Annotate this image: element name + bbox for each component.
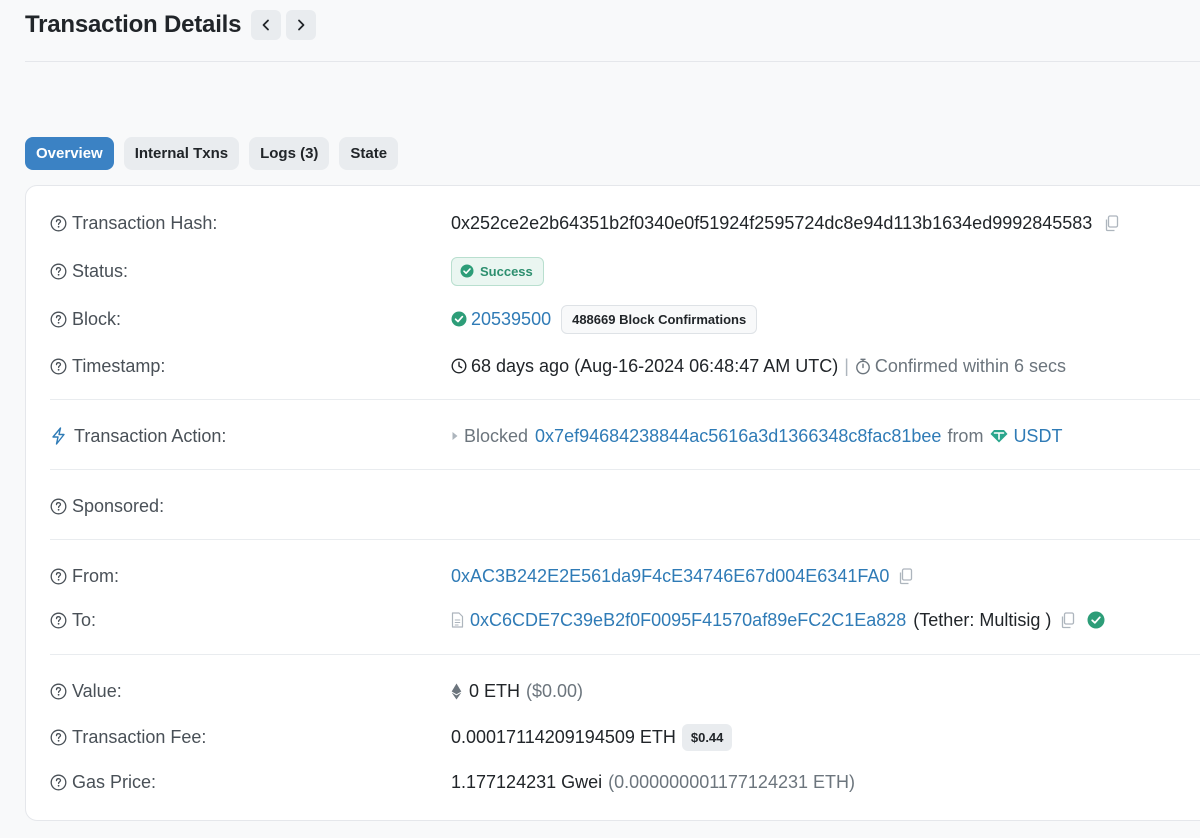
transaction-fee-row: Transaction Fee: 0.00017114209194509 ETH… bbox=[50, 723, 1200, 751]
section-divider bbox=[50, 399, 1200, 400]
section-divider bbox=[50, 654, 1200, 655]
usdt-token-link[interactable]: USDT bbox=[1013, 426, 1062, 447]
contract-file-icon bbox=[451, 612, 464, 628]
from-row: From: 0xAC3B242E2E561da9F4cE34746E67d004… bbox=[50, 563, 1200, 589]
copy-icon[interactable] bbox=[898, 567, 913, 585]
lightning-icon bbox=[52, 427, 65, 445]
value-usd: ($0.00) bbox=[526, 680, 584, 701]
transaction-hash-value: 0x252ce2e2b64351b2f0340e0f51924f2595724d… bbox=[451, 212, 1093, 233]
value-row: Value: 0 ETH ($0.00) bbox=[50, 678, 1200, 704]
verified-check-icon bbox=[1087, 611, 1105, 629]
sponsored-row: Sponsored: bbox=[50, 493, 1200, 519]
transaction-details-card: Transaction Hash: 0x252ce2e2b64351b2f034… bbox=[25, 185, 1200, 821]
transaction-action-row: Transaction Action: Blocked 0x7ef9468423… bbox=[50, 423, 1200, 449]
transaction-hash-label: Transaction Hash: bbox=[72, 212, 218, 233]
tab-overview[interactable]: Overview bbox=[25, 137, 114, 170]
ethereum-icon bbox=[451, 683, 462, 699]
question-circle-icon[interactable] bbox=[50, 612, 67, 629]
tether-token-icon bbox=[990, 430, 1008, 443]
tab-state[interactable]: State bbox=[339, 137, 399, 170]
section-divider bbox=[50, 469, 1200, 470]
transaction-hash-row: Transaction Hash: 0x252ce2e2b64351b2f034… bbox=[50, 210, 1200, 236]
timestamp-label: Timestamp: bbox=[72, 355, 166, 376]
transaction-action-label: Transaction Action: bbox=[74, 425, 227, 446]
clock-icon bbox=[451, 358, 467, 374]
block-row: Block: 20539500 488669 Block Confirmatio… bbox=[50, 304, 1200, 334]
tab-bar: Overview Internal Txns Logs (3) State bbox=[25, 137, 408, 170]
page-title: Transaction Details bbox=[25, 11, 242, 38]
tab-logs[interactable]: Logs (3) bbox=[249, 137, 330, 170]
action-from-word: from bbox=[947, 425, 984, 446]
copy-icon[interactable] bbox=[1060, 611, 1075, 629]
transaction-fee-amount: 0.00017114209194509 ETH bbox=[451, 726, 676, 747]
action-verb: Blocked bbox=[464, 425, 529, 446]
chevron-right-icon bbox=[298, 19, 305, 31]
block-number-link[interactable]: 20539500 bbox=[471, 309, 551, 330]
gas-price-amount: 1.177124231 Gwei bbox=[451, 771, 603, 792]
block-confirmations-badge: 488669 Block Confirmations bbox=[561, 304, 758, 334]
gas-price-eth: (0.000000001177124231 ETH) bbox=[608, 771, 855, 792]
header-divider bbox=[25, 61, 1200, 62]
status-badge: Success bbox=[451, 256, 544, 286]
timestamp-row: Timestamp: 68 days ago (Aug-16-2024 06:4… bbox=[50, 353, 1200, 379]
chevron-left-icon bbox=[262, 19, 270, 31]
transaction-fee-usd-badge: $0.44 bbox=[681, 723, 733, 751]
action-address-link[interactable]: 0x7ef94684238844ac5616a3d1366348c8fac81b… bbox=[535, 426, 941, 447]
question-circle-icon[interactable] bbox=[50, 774, 67, 791]
status-label: Status: bbox=[72, 260, 129, 281]
next-transaction-button[interactable] bbox=[286, 10, 317, 40]
question-circle-icon[interactable] bbox=[50, 358, 67, 375]
check-circle-icon bbox=[460, 264, 474, 278]
status-text: Success bbox=[480, 263, 533, 279]
status-row: Status: Success bbox=[50, 256, 1200, 286]
value-label: Value: bbox=[72, 680, 122, 701]
gas-price-label: Gas Price: bbox=[72, 771, 157, 792]
question-circle-icon[interactable] bbox=[50, 729, 67, 746]
timestamp-separator: | bbox=[844, 355, 849, 376]
section-divider bbox=[50, 539, 1200, 540]
check-circle-icon bbox=[451, 311, 467, 327]
page-header: Transaction Details bbox=[25, 10, 317, 40]
transaction-fee-label: Transaction Fee: bbox=[72, 726, 207, 747]
sponsored-label: Sponsored: bbox=[72, 495, 165, 516]
to-label: To: bbox=[72, 609, 97, 630]
question-circle-icon[interactable] bbox=[50, 498, 67, 515]
question-circle-icon[interactable] bbox=[50, 568, 67, 585]
caret-right-icon bbox=[452, 432, 458, 440]
block-label: Block: bbox=[72, 308, 122, 329]
question-circle-icon[interactable] bbox=[50, 215, 67, 232]
gas-price-row: Gas Price: 1.177124231 Gwei (0.000000001… bbox=[50, 769, 1200, 795]
from-label: From: bbox=[72, 565, 119, 586]
tab-internal-txns[interactable]: Internal Txns bbox=[123, 137, 240, 170]
from-address-link[interactable]: 0xAC3B242E2E561da9F4cE34746E67d004E6341F… bbox=[451, 566, 889, 587]
value-amount: 0 ETH bbox=[469, 680, 521, 701]
to-contract-name: (Tether: Multisig ) bbox=[913, 609, 1052, 630]
confirmed-within: Confirmed within 6 secs bbox=[874, 355, 1066, 376]
stopwatch-icon bbox=[856, 358, 870, 374]
question-circle-icon[interactable] bbox=[50, 683, 67, 700]
copy-icon[interactable] bbox=[1104, 214, 1119, 232]
to-row: To: 0xC6CDE7C39eB2f0F0095F41570af89eFC2C… bbox=[50, 607, 1200, 633]
question-circle-icon[interactable] bbox=[50, 263, 67, 280]
question-circle-icon[interactable] bbox=[50, 311, 67, 328]
to-address-link[interactable]: 0xC6CDE7C39eB2f0F0095F41570af89eFC2C1Ea8… bbox=[470, 610, 906, 631]
timestamp-value: 68 days ago (Aug-16-2024 06:48:47 AM UTC… bbox=[471, 355, 839, 376]
prev-transaction-button[interactable] bbox=[251, 10, 282, 40]
